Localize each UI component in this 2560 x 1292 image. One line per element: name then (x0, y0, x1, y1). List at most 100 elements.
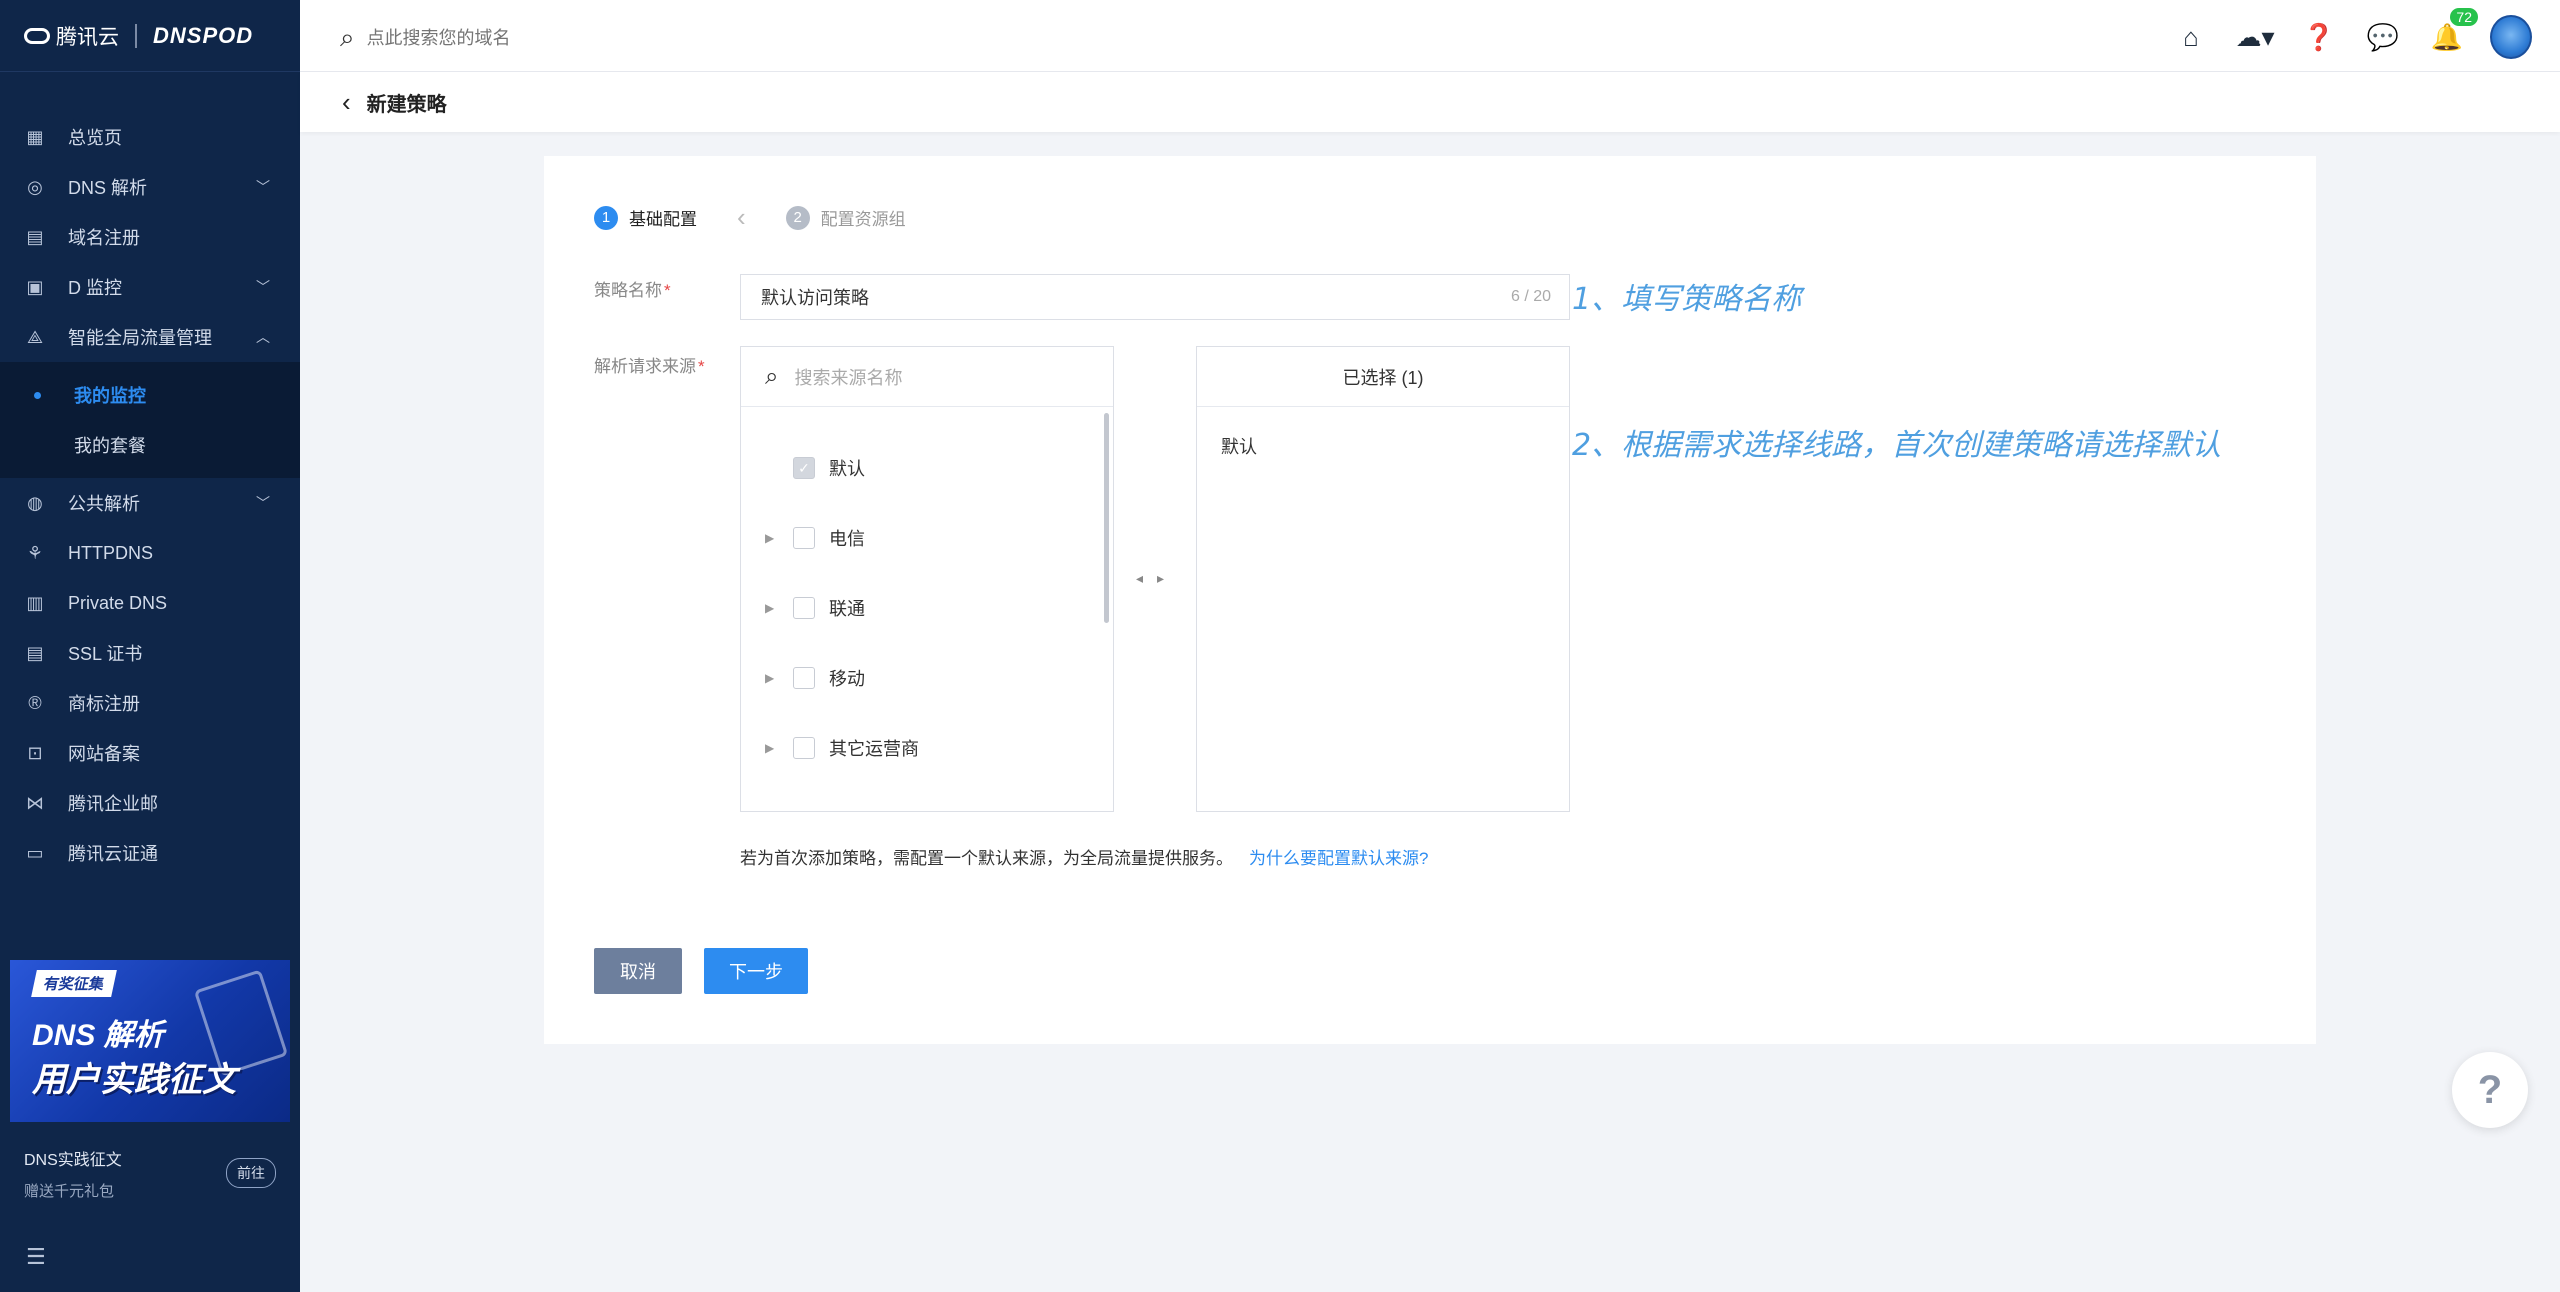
user-avatar[interactable] (2490, 15, 2532, 59)
transfer-arrows-icon[interactable]: ◂▸ (1136, 570, 1178, 587)
scrollbar[interactable] (1104, 413, 1109, 623)
sidebar-item-label: DNS 解析 (68, 178, 148, 198)
sidebar-item-label: SSL 证书 (68, 644, 143, 664)
nodes-icon: ⟁ (26, 326, 44, 347)
banner-line1: DNS 解析 (32, 1019, 164, 1052)
mail-icon: ⋈ (26, 792, 44, 813)
sidebar-item-httpdns[interactable]: ⚘ HTTPDNS (0, 528, 300, 578)
sidebar-item-label: Private DNS (68, 592, 168, 613)
sidebar-item-label: 腾讯企业邮 (68, 794, 158, 814)
promo-banner[interactable]: 有奖征集 DNS 解析 用户实践征文 (10, 960, 290, 1122)
source-option-default[interactable]: ✓ 默认 (765, 453, 865, 483)
sidebar-item-dmonitor[interactable]: ▣ D 监控 ﹀ (0, 262, 300, 312)
sidebar-item-ssl[interactable]: ▤ SSL 证书 (0, 628, 300, 678)
create-strategy-card: 1 基础配置 ‹ 2 配置资源组 策略名称 * 默认访问策略 6 / 20 解析请… (544, 156, 2316, 1044)
char-count: 6 / 20 (1510, 288, 1551, 305)
sidebar-item-traffic[interactable]: ⟁ 智能全局流量管理 ︿ (0, 312, 300, 362)
page-title: 新建策略 (366, 93, 447, 116)
domain-search-input[interactable] (366, 27, 867, 49)
step-separator-icon: ‹ (737, 202, 746, 232)
sidebar-item-icp[interactable]: ⊡ 网站备案 (0, 728, 300, 778)
avatar (2490, 15, 2532, 59)
promo-go-button[interactable]: 前往 (226, 1158, 276, 1188)
share-icon: ⚘ (26, 542, 44, 563)
domain-search: ⌕ (340, 22, 867, 54)
trademark-icon: ® (28, 692, 42, 713)
sidebar-item-private-dns[interactable]: ▥ Private DNS (0, 578, 300, 628)
cloud-menu-icon[interactable]: ☁▾ (2234, 16, 2276, 58)
default-source-note: 若为首次添加策略，需配置一个默认来源，为全局流量提供服务。 为什么要配置默认来源? (740, 844, 1428, 869)
checkbox[interactable] (793, 667, 815, 689)
record-icon: ⊡ (27, 742, 43, 763)
sidebar-item-trademark[interactable]: ® 商标注册 (0, 678, 300, 728)
collapse-menu-icon[interactable]: ☰ (26, 1244, 46, 1270)
source-tree: ✓ 默认 ▶ 电信 ▶ 联通 ▶ 移动 ▶ 其它运营商 (741, 407, 1113, 811)
note-text: 若为首次添加策略，需配置一个默认来源，为全局流量提供服务。 (740, 849, 1233, 868)
sidebar-item-domain[interactable]: ▤ 域名注册 (0, 212, 300, 262)
selected-header: 已选择 (1) (1197, 347, 1569, 407)
source-search-placeholder: 搜索来源名称 (794, 367, 903, 388)
banner-line2: 用户实践征文 (32, 1061, 236, 1099)
brand-logo[interactable]: 腾讯云 DNSPOD (0, 0, 300, 72)
caret-right-icon[interactable]: ▶ (765, 741, 779, 755)
top-toolbar: ⌂ ☁▾ ❓ 💬 🔔 72 (2148, 8, 2532, 59)
monitor-icon: ▣ (26, 276, 44, 297)
notification-badge: 72 (2450, 8, 2478, 26)
source-option-telecom[interactable]: ▶ 电信 (765, 523, 865, 553)
caret-right-icon[interactable]: ▶ (765, 671, 779, 685)
sidebar-item-cert-pass[interactable]: ▭ 腾讯云证通 (0, 828, 300, 878)
help-icon[interactable]: ❓ (2298, 16, 2340, 58)
wechat-icon[interactable]: 💬 (2362, 16, 2404, 58)
source-option-unicom[interactable]: ▶ 联通 (765, 593, 865, 623)
source-option-other[interactable]: ▶ 其它运营商 (765, 733, 919, 763)
strategy-name-input[interactable]: 默认访问策略 6 / 20 (740, 274, 1570, 320)
step-label: 配置资源组 (820, 210, 906, 229)
sidebar-item-mail[interactable]: ⋈ 腾讯企业邮 (0, 778, 300, 828)
chevron-up-icon: ︿ (256, 329, 270, 345)
back-arrow-icon[interactable]: ‹ (342, 87, 351, 118)
source-search[interactable]: ⌕ 搜索来源名称 (741, 347, 1113, 407)
help-float-button[interactable]: ? (2452, 1052, 2528, 1128)
source-label: 解析请求来源 * (594, 352, 705, 377)
cloud-logo-icon (24, 27, 50, 44)
option-label: 移动 (829, 669, 865, 689)
checkbox[interactable] (793, 527, 815, 549)
sidebar-item-label: D 监控 (68, 278, 122, 298)
why-default-link[interactable]: 为什么要配置默认来源? (1249, 849, 1428, 868)
checkbox[interactable] (793, 737, 815, 759)
caret-right-icon[interactable]: ▶ (765, 531, 779, 545)
promo-text: DNS实践征文 赠送千元礼包 前往 (24, 1146, 284, 1201)
source-option-mobile[interactable]: ▶ 移动 (765, 663, 865, 693)
sidebar-item-public-dns[interactable]: ◍ 公共解析 ﹀ (0, 478, 300, 528)
brand-name: 腾讯云 (56, 25, 119, 49)
sidebar-item-label: 域名注册 (68, 228, 140, 248)
required-mark: * (664, 281, 671, 300)
sidebar-item-label: 公共解析 (68, 494, 140, 514)
search-icon: ⌕ (340, 22, 355, 52)
selected-item[interactable]: 默认 (1197, 407, 1569, 459)
sidebar-item-overview[interactable]: ▦ 总览页 (0, 112, 300, 162)
option-label: 其它运营商 (829, 739, 919, 759)
required-mark: * (698, 357, 705, 376)
sidebar-item-label: 商标注册 (68, 694, 140, 714)
caret-right-icon[interactable]: ▶ (765, 601, 779, 615)
sidebar-subitem-my-plan[interactable]: 我的套餐 (0, 420, 300, 470)
home-icon[interactable]: ⌂ (2170, 16, 2212, 58)
bell-icon[interactable]: 🔔 72 (2426, 8, 2478, 58)
strategy-name-label: 策略名称 * (594, 276, 671, 301)
checkbox-checked[interactable]: ✓ (793, 457, 815, 479)
step-2: 2 配置资源组 (785, 205, 906, 230)
option-label: 默认 (829, 459, 865, 479)
checkbox[interactable] (793, 597, 815, 619)
cancel-button[interactable]: 取消 (594, 948, 682, 994)
sidebar-item-dns[interactable]: ◎ DNS 解析 ﹀ (0, 162, 300, 212)
sidebar-item-label: 总览页 (68, 128, 122, 148)
page-header: ‹ 新建策略 (300, 72, 2560, 132)
selected-panel: 已选择 (1) 默认 (1196, 346, 1570, 812)
sidebar-subitem-my-monitor[interactable]: 我的监控 (0, 370, 300, 420)
sidebar-item-label: 网站备案 (68, 744, 140, 764)
source-panel: ⌕ 搜索来源名称 ✓ 默认 ▶ 电信 ▶ 联通 ▶ 移动 ▶ 其它运营商 (740, 346, 1114, 812)
chevron-down-icon: ﹀ (256, 179, 270, 195)
top-bar: ⌕ ⌂ ☁▾ ❓ 💬 🔔72 (300, 0, 2560, 72)
next-button[interactable]: 下一步 (704, 948, 808, 994)
